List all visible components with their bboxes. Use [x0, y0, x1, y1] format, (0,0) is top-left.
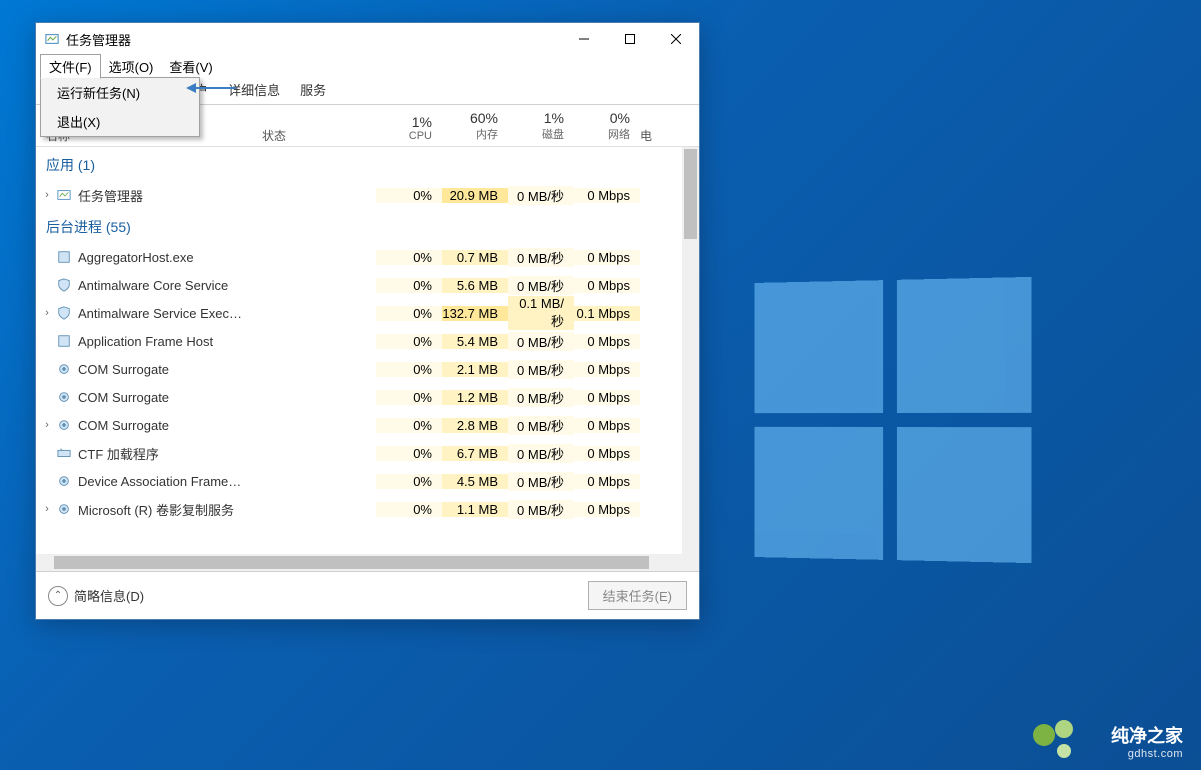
- fewer-details-button[interactable]: ⌃ 简略信息(D): [48, 586, 144, 606]
- table-row[interactable]: ›Microsoft (R) 卷影复制服务0%1.1 MB0 MB/秒0 Mbp…: [36, 495, 699, 523]
- minimize-button[interactable]: [561, 23, 607, 55]
- task-manager-icon: [44, 31, 60, 47]
- watermark: 纯净之家 gdhst.com: [1111, 722, 1183, 760]
- section-apps: 应用 (1): [36, 147, 699, 181]
- titlebar[interactable]: 任务管理器: [36, 23, 699, 55]
- app-icon: [56, 333, 72, 349]
- table-row[interactable]: ›COM Surrogate0%2.8 MB0 MB/秒0 Mbps: [36, 411, 699, 439]
- file-menu-dropdown: 运行新任务(N) 退出(X): [40, 77, 200, 137]
- task-manager-icon: [56, 187, 72, 203]
- gear-icon: [56, 501, 72, 517]
- windows-logo-wallpaper: [754, 277, 1031, 563]
- horizontal-scrollbar[interactable]: [36, 554, 699, 571]
- vertical-scrollbar[interactable]: [682, 147, 699, 554]
- chevron-right-icon[interactable]: ›: [40, 503, 54, 515]
- menu-run-new-task[interactable]: 运行新任务(N): [41, 78, 199, 107]
- gear-icon: [56, 361, 72, 377]
- menu-options[interactable]: 选项(O): [101, 55, 162, 78]
- table-row[interactable]: ›Antimalware Service Executa...0%132.7 M…: [36, 299, 699, 327]
- menu-file[interactable]: 文件(F): [40, 54, 101, 79]
- process-table: 应用 (1) ›任务管理器 0% 20.9 MB 0 MB/秒 0 Mbps 后…: [36, 147, 699, 554]
- keyboard-icon: [56, 445, 72, 461]
- close-button[interactable]: [653, 23, 699, 55]
- header-cpu[interactable]: 1%CPU: [376, 105, 442, 146]
- section-background: 后台进程 (55): [36, 209, 699, 243]
- gear-icon: [56, 389, 72, 405]
- menubar: 文件(F) 选项(O) 查看(V) 运行新任务(N) 退出(X): [36, 55, 699, 77]
- table-row[interactable]: ›任务管理器 0% 20.9 MB 0 MB/秒 0 Mbps: [36, 181, 699, 209]
- table-row[interactable]: AggregatorHost.exe0%0.7 MB0 MB/秒0 Mbps: [36, 243, 699, 271]
- chevron-right-icon[interactable]: ›: [40, 419, 54, 431]
- menu-exit[interactable]: 退出(X): [41, 107, 199, 136]
- footer-bar: ⌃ 简略信息(D) 结束任务(E): [36, 571, 699, 619]
- table-row[interactable]: COM Surrogate0%2.1 MB0 MB/秒0 Mbps: [36, 355, 699, 383]
- gear-icon: [56, 417, 72, 433]
- window-title: 任务管理器: [66, 30, 131, 49]
- tab-services[interactable]: 服务: [290, 75, 336, 104]
- task-manager-window: 任务管理器 文件(F) 选项(O) 查看(V) 运行新任务(N) 退出(X) 进…: [35, 22, 700, 620]
- menu-view[interactable]: 查看(V): [161, 55, 220, 78]
- chevron-right-icon[interactable]: ›: [40, 189, 54, 201]
- exe-icon: [56, 249, 72, 265]
- chevron-up-icon: ⌃: [48, 586, 68, 606]
- watermark-logo-icon: [1033, 720, 1073, 760]
- table-row[interactable]: Device Association Framewo...0%4.5 MB0 M…: [36, 467, 699, 495]
- header-disk[interactable]: 1%磁盘: [508, 105, 574, 146]
- shield-icon: [56, 277, 72, 293]
- table-row[interactable]: COM Surrogate0%1.2 MB0 MB/秒0 Mbps: [36, 383, 699, 411]
- chevron-right-icon[interactable]: ›: [40, 307, 54, 319]
- tutorial-arrow-icon: [186, 81, 236, 98]
- table-row[interactable]: CTF 加载程序0%6.7 MB0 MB/秒0 Mbps: [36, 439, 699, 467]
- header-extra[interactable]: 电: [640, 105, 652, 146]
- table-row[interactable]: Antimalware Core Service0%5.6 MB0 MB/秒0 …: [36, 271, 699, 299]
- end-task-button[interactable]: 结束任务(E): [588, 581, 687, 610]
- header-memory[interactable]: 60%内存: [442, 105, 508, 146]
- shield-icon: [56, 305, 72, 321]
- header-status[interactable]: 状态: [258, 105, 376, 146]
- gear-icon: [56, 473, 72, 489]
- maximize-button[interactable]: [607, 23, 653, 55]
- header-network[interactable]: 0%网络: [574, 105, 640, 146]
- table-row[interactable]: Application Frame Host0%5.4 MB0 MB/秒0 Mb…: [36, 327, 699, 355]
